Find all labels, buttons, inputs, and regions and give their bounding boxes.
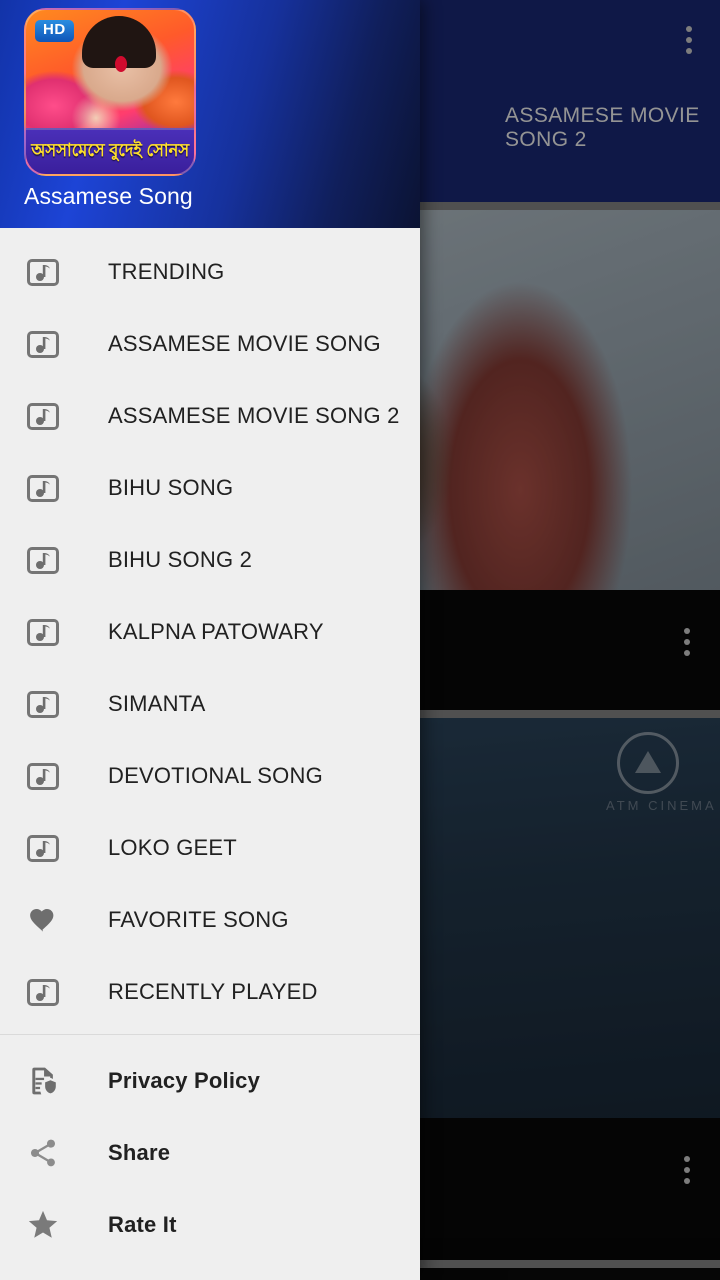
music-video-icon [26,255,60,289]
drawer-item-label: Share [108,1140,170,1166]
heart-icon [26,903,60,937]
drawer-item-label: ASSAMESE MOVIE SONG 2 [108,403,400,429]
drawer-item-loko-geet[interactable]: LOKO GEET [0,812,420,884]
music-video-icon [26,543,60,577]
policy-document-shield-icon [26,1064,60,1098]
music-video-icon [26,975,60,1009]
drawer-header: HD অসসামেসে বুদেই সোনস Assamese Song [0,0,420,228]
app-icon-caption: অসসামেসে বুদেই সোনস [26,128,194,174]
music-video-icon [26,399,60,433]
drawer-item-bihu-song[interactable]: BIHU SONG [0,452,420,524]
app-icon-bindi [115,56,127,72]
drawer-item-label: BIHU SONG [108,475,233,501]
music-video-icon [26,471,60,505]
drawer-item-label: FAVORITE SONG [108,907,289,933]
drawer-item-label: TRENDING [108,259,225,285]
drawer-item-label: BIHU SONG 2 [108,547,252,573]
drawer-item-trending[interactable]: TRENDING [0,236,420,308]
drawer-item-devotional-song[interactable]: DEVOTIONAL SONG [0,740,420,812]
star-icon [26,1208,60,1242]
drawer-item-label: RECENTLY PLAYED [108,979,318,1005]
navigation-drawer: HD অসসামেসে বুদেই সোনস Assamese Song [0,0,420,1280]
drawer-item-label: SIMANTA [108,691,206,717]
app-icon: HD অসসামেসে বুদেই সোনস [24,8,196,176]
drawer-section-divider [0,1034,420,1035]
drawer-item-recently-played[interactable]: RECENTLY PLAYED [0,956,420,1028]
music-video-icon [26,327,60,361]
hd-badge: HD [35,20,74,42]
drawer-item-assamese-movie-song[interactable]: ASSAMESE MOVIE SONG [0,308,420,380]
drawer-menu-list: TRENDING ASSAMESE MOVIE SONG [0,228,420,1261]
drawer-app-name: Assamese Song [24,183,193,210]
drawer-item-share[interactable]: Share [0,1117,420,1189]
music-video-icon [26,759,60,793]
app-icon-caption-text: অসসামেসে বুদেই সোনস [31,137,189,167]
drawer-item-rate-it[interactable]: Rate It [0,1189,420,1261]
drawer-item-label: KALPNA PATOWARY [108,619,324,645]
drawer-item-label: DEVOTIONAL SONG [108,763,323,789]
drawer-item-label: Rate It [108,1212,177,1238]
app-root: ASSAMESE MOVIE SONG 2 n Views HD 1080p N… [0,0,720,1280]
drawer-item-label: LOKO GEET [108,835,237,861]
drawer-item-assamese-movie-song-2[interactable]: ASSAMESE MOVIE SONG 2 [0,380,420,452]
share-icon [26,1136,60,1170]
drawer-item-label: ASSAMESE MOVIE SONG [108,331,381,357]
music-video-icon [26,615,60,649]
drawer-item-favorite-song[interactable]: FAVORITE SONG [0,884,420,956]
drawer-item-kalpna-patowary[interactable]: KALPNA PATOWARY [0,596,420,668]
drawer-item-simanta[interactable]: SIMANTA [0,668,420,740]
drawer-item-bihu-song-2[interactable]: BIHU SONG 2 [0,524,420,596]
drawer-item-label: Privacy Policy [108,1068,260,1094]
music-video-icon [26,831,60,865]
music-video-icon [26,687,60,721]
drawer-item-privacy-policy[interactable]: Privacy Policy [0,1045,420,1117]
